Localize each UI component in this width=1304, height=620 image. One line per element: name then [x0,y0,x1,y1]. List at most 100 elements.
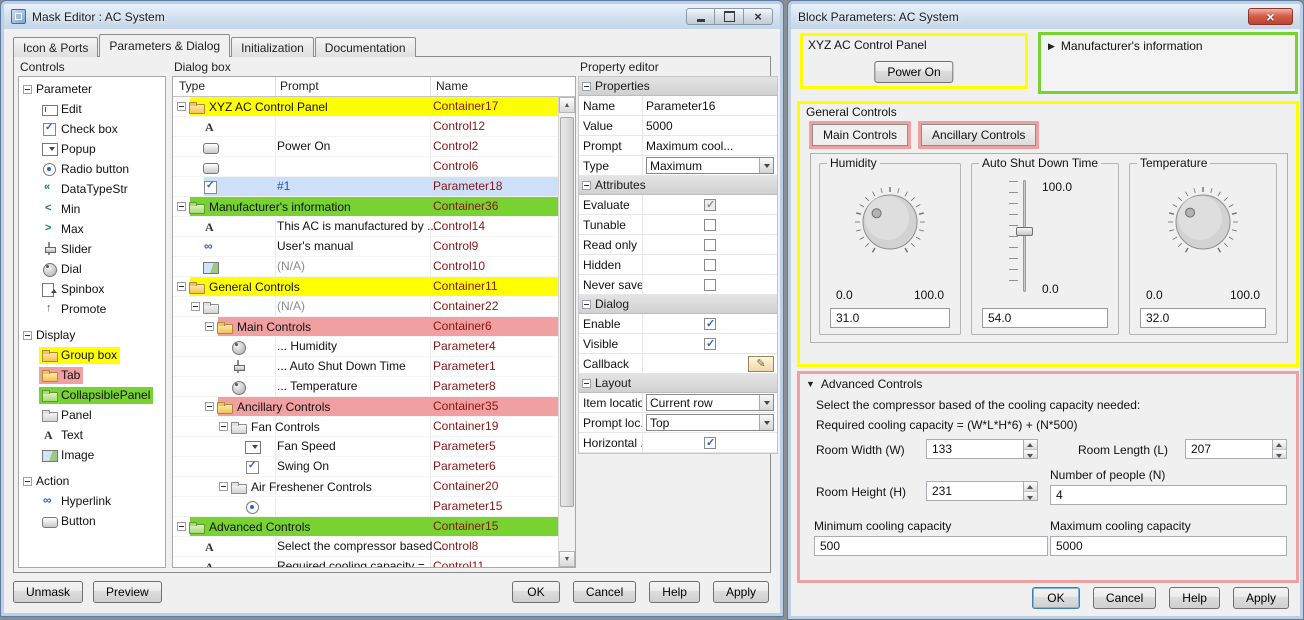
dialog-row-control2[interactable]: Power On Control2 [173,137,558,157]
collapse-icon[interactable] [582,299,591,309]
tunable-checkbox[interactable] [704,218,716,231]
property-section-dialog[interactable]: Dialog [579,295,777,314]
apply-button[interactable]: Apply [1232,587,1289,609]
tab-documentation[interactable]: Documentation [314,37,416,57]
control-item-max[interactable]: Max [19,219,165,239]
control-item-radio-button[interactable]: Radio button [19,159,165,179]
controls-group-action[interactable]: Action [19,471,165,491]
block-tab-main-controls[interactable]: Main Controls [812,124,909,146]
collapse-icon[interactable] [23,84,32,94]
never-save-checkbox[interactable] [704,278,716,291]
property-value[interactable]: 5000 [643,116,777,135]
expanded-arrow-icon[interactable]: ▼ [806,379,815,389]
horizontal-checkbox[interactable] [704,436,716,449]
read-only-checkbox[interactable] [704,238,716,251]
dialog-row-container6[interactable]: Main Controls Container6 [173,317,558,337]
control-item-edit[interactable]: Edit [19,99,165,119]
room-height-spinbox[interactable]: 231 [926,481,1038,501]
type-dropdown[interactable]: Maximum [646,157,774,174]
dialog-row-container17[interactable]: XYZ AC Control Panel Container17 [173,97,558,117]
callback-edit-button[interactable] [748,355,774,372]
tab-initialization[interactable]: Initialization [231,37,314,57]
help-button[interactable]: Help [649,581,700,603]
vertical-scrollbar[interactable]: ▲ ▼ [558,97,575,567]
dialog-row-control10[interactable]: (N/A) Control10 [173,257,558,277]
min-cooling-field[interactable]: 500 [814,536,1048,556]
control-item-promote[interactable]: Promote [19,299,165,319]
control-item-tab[interactable]: Tab [19,365,165,385]
slider-handle[interactable] [1016,227,1033,236]
chevron-down-icon[interactable] [759,395,773,410]
collapse-icon[interactable] [582,81,591,91]
humidity-dial[interactable] [850,182,930,262]
scrollbar-thumb[interactable] [560,117,574,507]
cancel-button[interactable]: Cancel [1092,587,1157,609]
control-item-datatypestr[interactable]: DataTypeStr [19,179,165,199]
spin-down-icon[interactable] [1273,449,1286,458]
humidity-value-field[interactable]: 31.0 [830,308,950,328]
room-length-spinbox[interactable]: 207 [1185,439,1287,459]
controls-group-display[interactable]: Display [19,325,165,345]
close-button[interactable] [1248,8,1293,25]
unmask-button[interactable]: Unmask [13,581,84,603]
enable-checkbox[interactable] [704,317,716,330]
power-on-button[interactable]: Power On [874,61,954,83]
control-item-spinbox[interactable]: Spinbox [19,279,165,299]
property-value[interactable]: Parameter16 [643,96,777,115]
dialog-row-container35[interactable]: Ancillary Controls Container35 [173,397,558,417]
property-section-attributes[interactable]: Attributes [579,176,777,195]
dialog-row-control11[interactable]: Required cooling capacity = ...Control11 [173,557,558,567]
property-value[interactable]: Maximum cool... [643,136,777,155]
hidden-checkbox[interactable] [704,258,716,271]
dialog-row-control9[interactable]: User's manual Control9 [173,237,558,257]
prompt-loc-dropdown[interactable]: Top [646,414,774,431]
tree-expander[interactable] [205,322,214,331]
temperature-value-field[interactable]: 32.0 [1140,308,1266,328]
cancel-button[interactable]: Cancel [572,581,637,603]
people-field[interactable]: 4 [1050,485,1287,505]
dialog-row-parameter8[interactable]: ... Temperature Parameter8 [173,377,558,397]
collapse-icon[interactable] [23,476,32,486]
auto-shut-down-value-field[interactable]: 54.0 [982,308,1108,328]
tree-expander[interactable] [177,282,186,291]
tree-expander[interactable] [191,302,200,311]
preview-button[interactable]: Preview [93,581,162,603]
help-button[interactable]: Help [1169,587,1220,609]
spin-up-icon[interactable] [1273,440,1286,450]
dialog-row-parameter15[interactable]: Parameter15 [173,497,558,517]
chevron-down-icon[interactable] [759,415,773,430]
controls-group-parameter[interactable]: Parameter [19,79,165,99]
apply-button[interactable]: Apply [712,581,769,603]
auto-shut-down-slider[interactable] [1009,180,1035,292]
minimize-button[interactable] [686,8,715,25]
tree-expander[interactable] [177,202,186,211]
manufacturer-collapsible-panel[interactable]: ▶ Manufacturer's information [1038,32,1298,94]
control-item-popup[interactable]: Popup [19,139,165,159]
dialog-row-container36[interactable]: Manufacturer's information Container36 [173,197,558,217]
dialog-row-control12[interactable]: Control12 [173,117,558,137]
dialog-row-parameter5[interactable]: Fan Speed Parameter5 [173,437,558,457]
dialog-row-parameter1[interactable]: ... Auto Shut Down Time Parameter1 [173,357,558,377]
collapse-icon[interactable] [582,378,591,388]
spin-down-icon[interactable] [1024,449,1037,458]
collapse-icon[interactable] [582,180,591,190]
close-button[interactable] [744,8,773,25]
control-item-button[interactable]: Button [19,511,165,531]
ok-button[interactable]: OK [511,581,560,603]
dialog-row-control6[interactable]: Control6 [173,157,558,177]
control-item-min[interactable]: Min [19,199,165,219]
control-item-group-box[interactable]: Group box [19,345,165,365]
collapse-icon[interactable] [23,330,32,340]
ok-button[interactable]: OK [1031,587,1080,609]
dialog-row-control14[interactable]: This AC is manufactured by ...Control14 [173,217,558,237]
spin-down-icon[interactable] [1024,491,1037,500]
tree-expander[interactable] [219,482,228,491]
tree-expander[interactable] [177,102,186,111]
dialog-row-container22[interactable]: (N/A) Container22 [173,297,558,317]
dialog-row-container11[interactable]: General Controls Container11 [173,277,558,297]
temperature-dial[interactable] [1163,182,1243,262]
collapsed-arrow-icon[interactable]: ▶ [1048,41,1055,52]
dialog-row-parameter18[interactable]: #1 Parameter18 [173,177,558,197]
tree-expander[interactable] [177,522,186,531]
tree-expander[interactable] [205,402,214,411]
